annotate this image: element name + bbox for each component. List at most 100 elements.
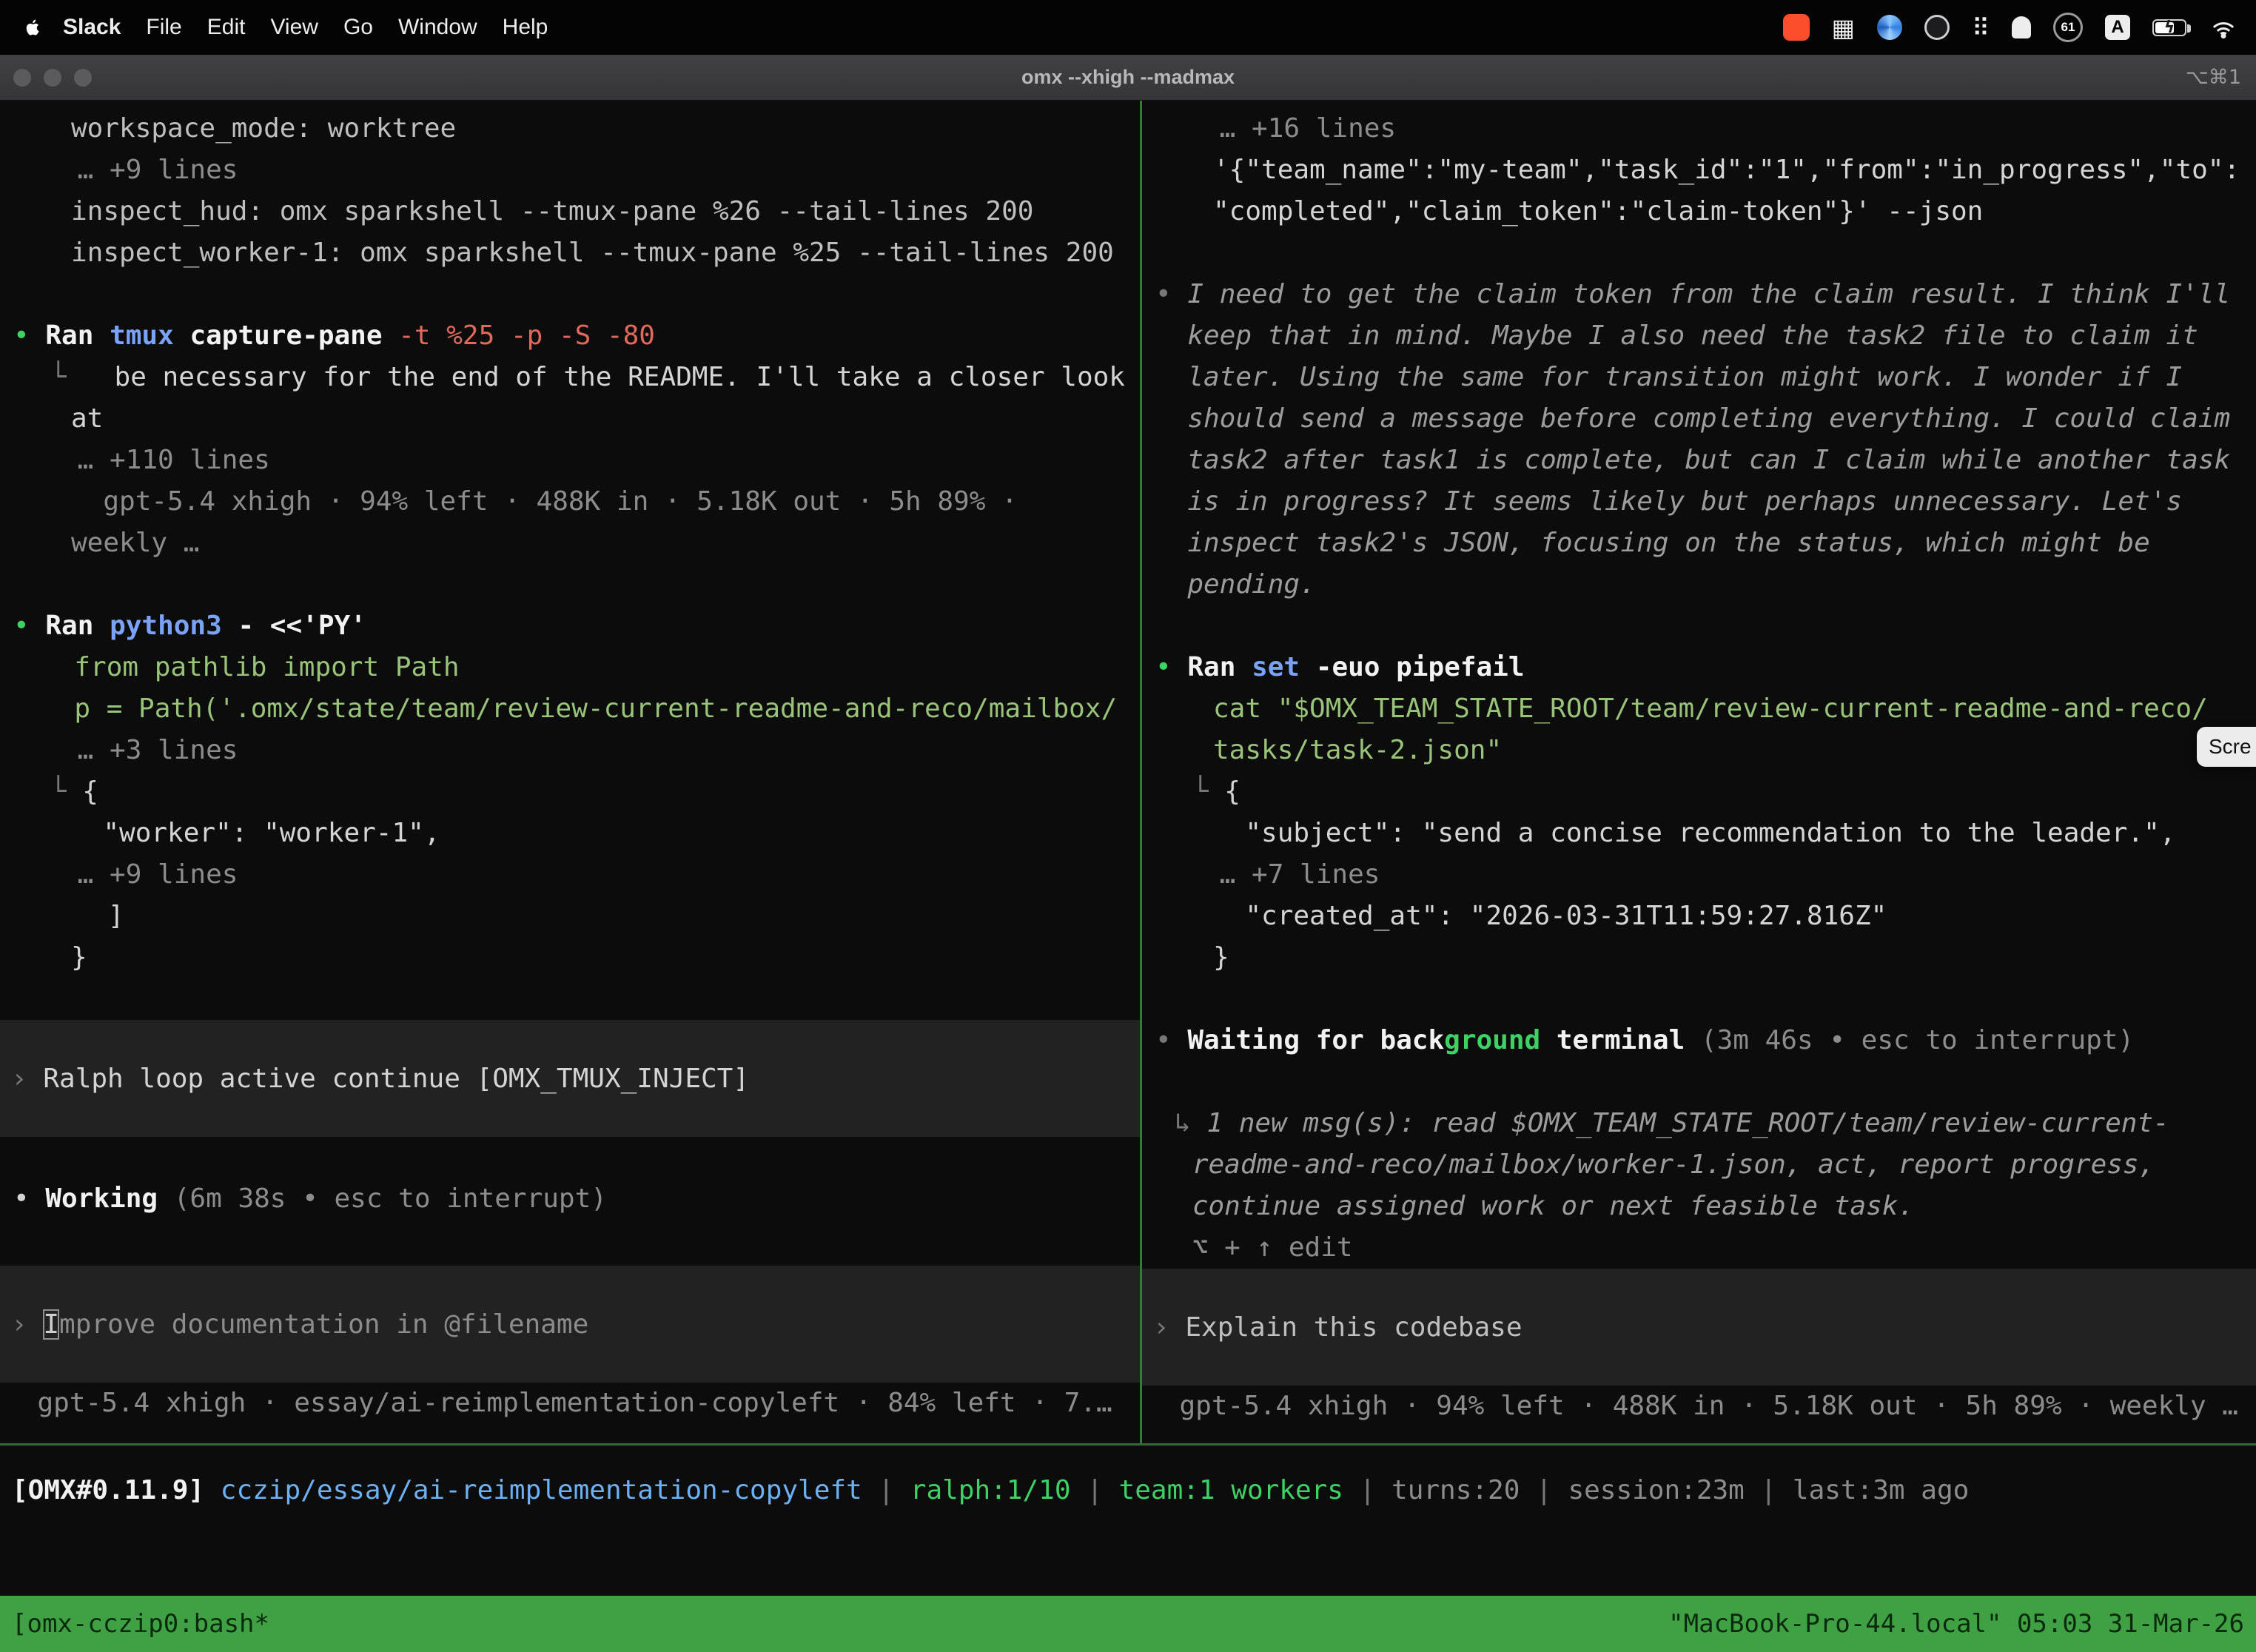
- text-segment: 1 new msg(s): read $OMX_TEAM_STATE_ROOT/…: [1206, 1108, 2169, 1138]
- menu-item-help[interactable]: Help: [490, 15, 561, 40]
- menu-item-file[interactable]: File: [133, 15, 194, 40]
- text-segment: Ran: [1187, 652, 1252, 682]
- battery-icon[interactable]: ϟ: [2152, 19, 2186, 36]
- close-button[interactable]: [13, 69, 31, 87]
- window-title: omx --xhigh --madmax: [1021, 66, 1235, 89]
- text-segment: {: [1224, 776, 1241, 807]
- terminal-line: ⌥ + ↑ edit: [1142, 1227, 2256, 1269]
- text-segment: ›: [1153, 1312, 1185, 1343]
- text-segment: cat "$OMX_TEAM_STATE_ROOT/team/review-cu…: [1213, 694, 2208, 724]
- text-segment: {: [82, 776, 98, 807]
- text-segment: •: [1155, 652, 1187, 682]
- terminal-line: keep that in mind. Maybe I also need the…: [1142, 315, 2256, 357]
- text-segment: capture-pane: [189, 320, 398, 351]
- text-segment: ground: [1444, 1025, 1540, 1055]
- text-segment: last:3m ago: [1793, 1475, 1969, 1505]
- prompt-input-left[interactable]: › Improve documentation in @filename: [0, 1266, 1140, 1383]
- text-segment: be necessary for the end of the README. …: [115, 362, 1125, 392]
- text-segment: gpt-5.4 xhigh · 94% left · 488K in · 5.1…: [103, 486, 1017, 517]
- menu-item-window[interactable]: Window: [386, 15, 490, 40]
- text-segment: continue assigned work or next feasible …: [1192, 1191, 1914, 1221]
- tmux-status-bar: [omx-cczip0:bash* "MacBook-Pro-44.local"…: [0, 1596, 2256, 1652]
- text-segment: ⌥ + ↑ edit: [1192, 1232, 1353, 1263]
- right-pane[interactable]: … +16 lines '{"team_name":"my-team","task…: [1142, 101, 2256, 1443]
- text-segment: └: [50, 362, 115, 392]
- text-segment: team:1 workers: [1119, 1475, 1343, 1505]
- terminal-line: workspace_mode: worktree: [0, 108, 1140, 150]
- text-segment: session:23m: [1568, 1475, 1744, 1505]
- zoom-button[interactable]: [74, 69, 92, 87]
- prompt-input-right[interactable]: › Explain this codebase: [1142, 1269, 2256, 1386]
- text-segment: }: [1213, 942, 1229, 973]
- text-segment: … +16 lines: [1220, 113, 1396, 144]
- screen-notification-overlay[interactable]: Scre: [2197, 727, 2256, 767]
- terminal-line: • Ran tmux capture-pane -t %25 -p -S -80: [0, 315, 1140, 357]
- screen-recording-indicator-icon[interactable]: [1783, 14, 1810, 41]
- left-pane[interactable]: workspace_mode: worktree… +9 linesinspec…: [0, 101, 1140, 1443]
- menu-bar: SlackFileEditViewGoWindowHelp ▦ ⠿ 61 A ϟ: [0, 0, 2256, 55]
- omx-status-line: [OMX#0.11.9] cczip/essay/ai-reimplementa…: [12, 1470, 2256, 1511]
- terminal-line: gpt-5.4 xhigh · 94% left · 488K in · 5.1…: [0, 481, 1140, 523]
- text-segment: -euo pipefail: [1316, 652, 1525, 682]
- wifi-icon[interactable]: [2209, 16, 2238, 38]
- text-segment: from pathlib import Path: [74, 652, 459, 682]
- app-grid-icon[interactable]: ⠿: [1972, 16, 1990, 40]
- terminal-line: task2 after task1 is complete, but can I…: [1142, 440, 2256, 481]
- text-segment: ↳: [1175, 1108, 1206, 1138]
- input-source-icon[interactable]: A: [2105, 15, 2130, 40]
- terminal-line: ]: [0, 896, 1140, 937]
- text-segment: -t %25 -p -S -80: [398, 320, 655, 351]
- ghost-app-icon[interactable]: [2012, 16, 2031, 38]
- text-segment: "subject": "send a concise recommendatio…: [1245, 818, 2175, 848]
- text-segment: … +110 lines: [78, 445, 270, 475]
- menu-item-edit[interactable]: Edit: [195, 15, 258, 40]
- text-segment: set: [1252, 652, 1316, 682]
- terminal-line: continue assigned work or next feasible …: [1142, 1186, 2256, 1227]
- screen: SlackFileEditViewGoWindowHelp ▦ ⠿ 61 A ϟ…: [0, 0, 2256, 1652]
- terminal-line: └ {: [0, 771, 1140, 813]
- terminal-line: [1142, 232, 2256, 274]
- text-segment: (6m 38s • esc to interrupt): [158, 1183, 607, 1214]
- terminal-line: [1142, 978, 2256, 1020]
- terminal-line: • Working (6m 38s • esc to interrupt): [0, 1178, 1140, 1220]
- menu-items: SlackFileEditViewGoWindowHelp: [0, 15, 560, 40]
- text-segment: └: [1192, 776, 1224, 807]
- apple-icon[interactable]: [21, 15, 43, 40]
- text-segment: cczip/essay/ai-reimplementation-copyleft: [221, 1475, 862, 1505]
- text-segment: should send a message before completing …: [1187, 403, 2230, 434]
- terminal-line: }: [1142, 937, 2256, 978]
- terminal-line: "created_at": "2026-03-31T11:59:27.816Z": [1142, 896, 2256, 937]
- text-segment: "worker": "worker-1",: [103, 818, 440, 848]
- menu-item-go[interactable]: Go: [331, 15, 386, 40]
- blue-pinwheel-app-icon[interactable]: [1877, 15, 1902, 40]
- text-segment: }: [71, 942, 87, 973]
- grid-app-icon[interactable]: ▦: [1832, 16, 1855, 40]
- tmux-session-label: [omx-cczip0:bash*: [12, 1609, 269, 1639]
- text-segment: … +7 lines: [1220, 859, 1380, 890]
- battery-percent-icon[interactable]: 61: [2053, 13, 2083, 42]
- terminal-line: [0, 1220, 1140, 1266]
- terminal-line: gpt-5.4 xhigh · 94% left · 488K in · 5.1…: [1142, 1386, 2256, 1427]
- terminal-line: pending.: [1142, 564, 2256, 605]
- terminal-line: • Waiting for background terminal (3m 46…: [1142, 1020, 2256, 1061]
- pane-bottom-border: [0, 1443, 2256, 1446]
- terminal-line: '{"team_name":"my-team","task_id":"1","f…: [1142, 150, 2256, 191]
- terminal: workspace_mode: worktree… +9 linesinspec…: [0, 101, 2256, 1652]
- text-segment: keep that in mind. Maybe I also need the…: [1187, 320, 2198, 351]
- text-segment: task2 after task1 is complete, but can I…: [1187, 445, 2230, 475]
- terminal-line: }: [0, 937, 1140, 978]
- text-segment: pending.: [1187, 569, 1315, 600]
- terminal-line: … +7 lines: [1142, 854, 2256, 896]
- terminal-line: [1142, 1061, 2256, 1103]
- minimize-button[interactable]: [44, 69, 61, 87]
- window-titlebar[interactable]: omx --xhigh --madmax ⌥⌘1: [0, 55, 2256, 101]
- terminal-line: gpt-5.4 xhigh · essay/ai-reimplementatio…: [0, 1383, 1140, 1424]
- menu-item-view[interactable]: View: [258, 15, 330, 40]
- terminal-line: • Ran set -euo pipefail: [1142, 647, 2256, 688]
- text-segment: •: [13, 320, 45, 351]
- text-segment: |: [862, 1475, 910, 1505]
- dark-circle-app-icon[interactable]: [1924, 15, 1950, 40]
- text-segment: ralph:1/10: [910, 1475, 1071, 1505]
- terminal-line: • Ran python3 - <<'PY': [0, 605, 1140, 647]
- menu-item-slack[interactable]: Slack: [50, 15, 133, 40]
